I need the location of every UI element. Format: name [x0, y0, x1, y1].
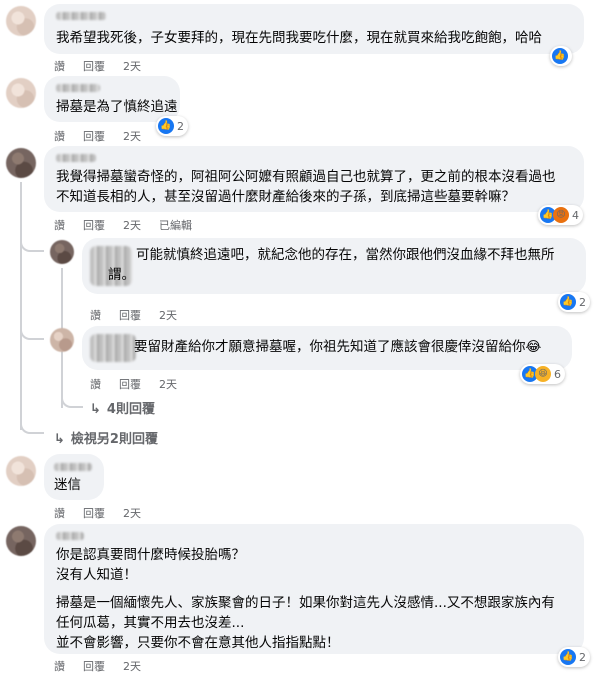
thread-connector	[20, 418, 44, 434]
avatar[interactable]	[6, 6, 36, 36]
reply-button[interactable]: 回覆	[119, 309, 141, 322]
thumbs-up-icon: 👍	[560, 649, 576, 665]
like-button[interactable]: 讚	[90, 378, 101, 391]
like-button[interactable]: 讚	[90, 309, 101, 322]
reaction-count: 4	[572, 208, 579, 222]
commenter-name[interactable]	[54, 463, 92, 471]
commenter-name[interactable]	[56, 84, 100, 92]
reaction-summary[interactable]: 👍 😡 4	[538, 205, 583, 225]
avatar[interactable]	[50, 240, 74, 264]
reply-button[interactable]: 回覆	[119, 378, 141, 391]
view-more-replies-label: 檢視另2則回覆	[70, 432, 158, 447]
comment-bubble: 迷信	[44, 454, 104, 500]
like-button[interactable]: 讚	[54, 130, 65, 143]
timestamp[interactable]: 2天	[123, 219, 141, 232]
comment-bubble: 要留財產給你才願意掃墓喔，你祖先知道了應該會很慶倖沒留給你😂	[82, 326, 572, 370]
reaction-summary[interactable]: 👍 😆 6	[520, 364, 565, 384]
comment-text: 沒有人知道！	[56, 567, 137, 583]
comment-bubble: 我覺得掃墓蠻奇怪的，阿祖阿公阿嬤有照顧過自己也就算了，更之前的根本沒看過也 不知…	[44, 146, 584, 212]
comment-text: 謂。	[108, 267, 135, 283]
angry-icon: 😡	[553, 207, 569, 223]
comment-actions: 讚 回覆 2天	[90, 307, 195, 323]
like-button[interactable]: 讚	[54, 219, 65, 232]
comment-bubble: 我希望我死後，子女要拜的，現在先問我要吃什麼，現在就買來給我吃飽飽，哈哈	[44, 4, 584, 54]
reaction-summary[interactable]: 👍 2	[558, 647, 590, 667]
comment-actions: 讚 回覆 2天	[54, 505, 159, 521]
comment-text: 掃墓是為了慎終追遠	[56, 99, 178, 115]
timestamp[interactable]: 2天	[123, 130, 141, 143]
comment-bubble: 掃墓是為了慎終追遠	[44, 76, 180, 122]
avatar[interactable]	[6, 148, 36, 178]
comment-actions: 讚 回覆 2天	[54, 658, 159, 674]
reaction-count: 2	[177, 119, 184, 133]
comment-bubble: 你是認真要問什麼時候投胎嗎？ 沒有人知道！ 掃墓是一個緬懷先人、家族聚會的日子！…	[44, 524, 584, 654]
comment-text: 你是認真要問什麼時候投胎嗎？	[56, 547, 245, 563]
thread-connector	[61, 392, 83, 408]
thumbs-up-icon: 👍	[552, 48, 568, 64]
avatar[interactable]	[6, 78, 36, 108]
comment-bubble: 可能就慎終追遠吧，就紀念他的存在，當然你跟他們沒血緣不拜也無所 謂。	[82, 238, 586, 294]
commenter-name[interactable]	[90, 334, 136, 362]
comment-actions: 讚 回覆 2天 已編輯	[54, 217, 210, 233]
like-button[interactable]: 讚	[54, 507, 65, 520]
edited-label[interactable]: 已編輯	[159, 219, 192, 232]
thread-connector	[20, 232, 44, 252]
timestamp[interactable]: 2天	[159, 378, 177, 391]
comment-text: 掃墓是一個緬懷先人、家族聚會的日子！如果你對這先人沒感情...又不想跟家族內有	[56, 595, 555, 611]
reaction-count: 2	[579, 295, 586, 309]
timestamp[interactable]: 2天	[159, 309, 177, 322]
avatar[interactable]	[6, 526, 36, 556]
comment-text: 我希望我死後，子女要拜的，現在先問我要吃什麼，現在就買來給我吃飽飽，哈哈	[56, 30, 542, 46]
commenter-name[interactable]	[56, 154, 96, 162]
comment-actions: 讚 回覆 2天	[90, 376, 195, 392]
thumbs-up-icon: 👍	[560, 294, 576, 310]
like-button[interactable]: 讚	[54, 660, 65, 673]
view-more-replies-link[interactable]: ↳ 檢視另2則回覆	[54, 428, 158, 447]
reply-button[interactable]: 回覆	[83, 130, 105, 143]
thread-connector	[20, 320, 44, 340]
reply-button[interactable]: 回覆	[83, 60, 105, 73]
view-replies-label: 4則回覆	[106, 402, 155, 417]
reply-button[interactable]: 回覆	[83, 219, 105, 232]
reply-arrow-icon: ↳	[54, 432, 65, 447]
comment-text: 並不會影響，只要你不會在意其他人指指點點！	[56, 635, 340, 651]
comment-actions: 讚 回覆 2天	[54, 128, 159, 144]
thread-line	[20, 182, 22, 430]
reply-arrow-icon: ↳	[90, 402, 101, 417]
comment-text: 任何瓜葛，其實不用去也沒差...	[56, 615, 245, 631]
comment-actions: 讚 回覆 2天	[54, 58, 159, 74]
reply-button[interactable]: 回覆	[83, 507, 105, 520]
comment-text: 可能就慎終追遠吧，就紀念他的存在，當然你跟他們沒血緣不拜也無所	[136, 247, 555, 263]
timestamp[interactable]: 2天	[123, 60, 141, 73]
avatar[interactable]	[50, 328, 74, 352]
timestamp[interactable]: 2天	[123, 660, 141, 673]
comment-text: 要留財產給你才願意掃墓喔，你祖先知道了應該會很慶倖沒留給你😂	[134, 339, 542, 355]
reaction-count: 6	[554, 367, 561, 381]
reaction-summary[interactable]: 👍 2	[156, 116, 188, 136]
reply-button[interactable]: 回覆	[83, 660, 105, 673]
thumbs-up-icon: 👍	[158, 118, 174, 134]
commenter-name[interactable]	[56, 12, 106, 20]
reaction-summary[interactable]: 👍 2	[558, 292, 590, 312]
comment-text: 迷信	[54, 477, 81, 493]
comment-text: 我覺得掃墓蠻奇怪的，阿祖阿公阿嬤有照顧過自己也就算了，更之前的根本沒看過也	[56, 169, 556, 185]
reaction-count: 2	[579, 650, 586, 664]
commenter-name[interactable]	[56, 532, 84, 540]
avatar[interactable]	[6, 456, 36, 486]
laugh-icon: 😆	[535, 366, 551, 382]
reaction-summary[interactable]: 👍	[550, 46, 572, 66]
like-button[interactable]: 讚	[54, 60, 65, 73]
comment-text: 不知道長相的人，甚至沒留過什麼財產給後來的子孫，到底掃這些墓要幹嘛？	[56, 189, 515, 205]
timestamp[interactable]: 2天	[123, 507, 141, 520]
view-replies-link[interactable]: ↳ 4則回覆	[90, 398, 155, 417]
